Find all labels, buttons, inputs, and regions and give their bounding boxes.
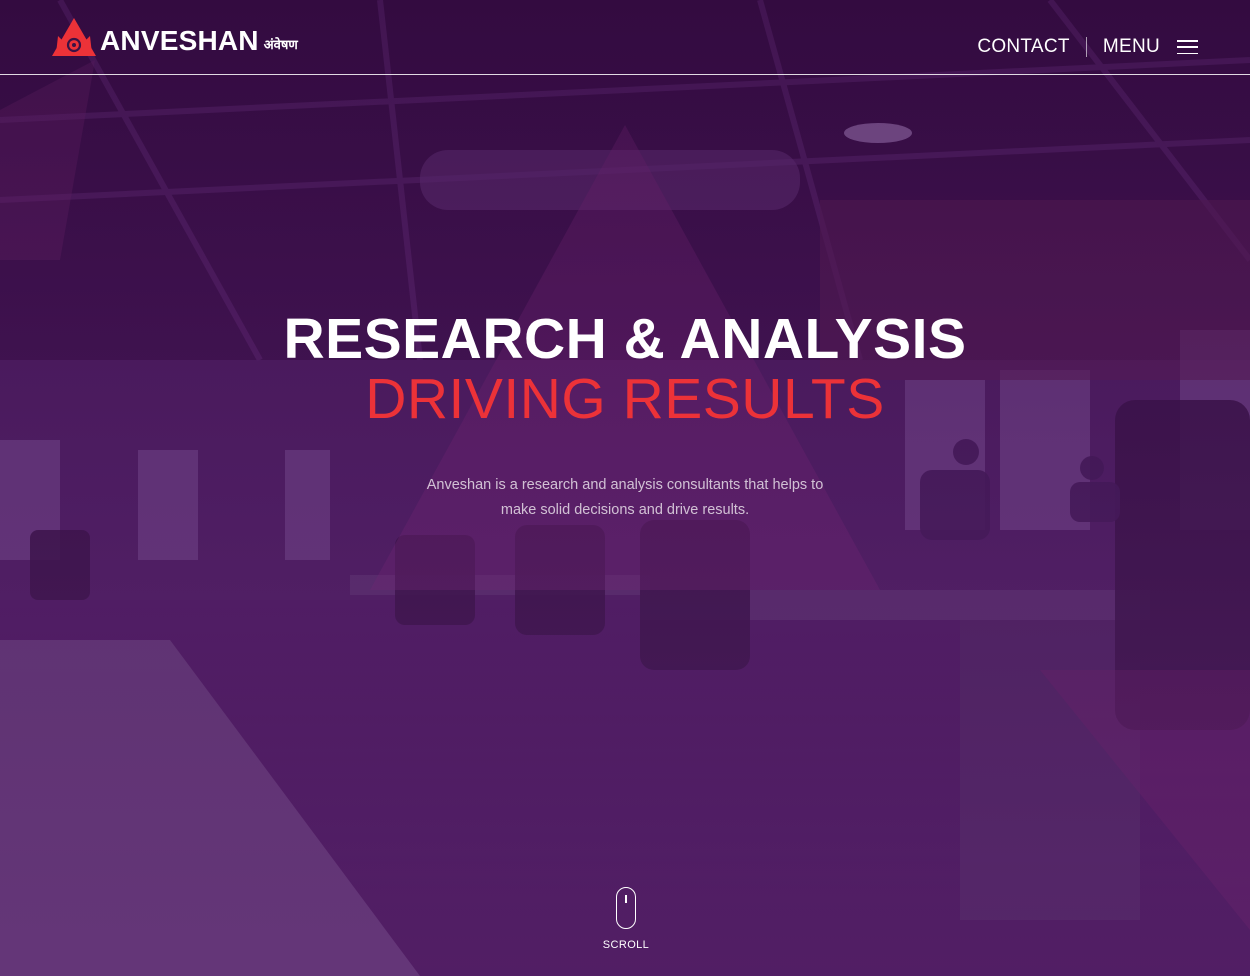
main-nav: CONTACT MENU bbox=[977, 36, 1198, 58]
contact-link[interactable]: CONTACT bbox=[977, 36, 1070, 58]
triangle-logo-icon bbox=[52, 18, 96, 56]
brand-logo[interactable]: ANVESHAN अंवेषण bbox=[52, 16, 298, 56]
mouse-scroll-icon bbox=[616, 887, 636, 929]
hero-headline: RESEARCH & ANALYSIS DRIVING RESULTS bbox=[0, 308, 1250, 428]
menu-label: MENU bbox=[1102, 36, 1160, 57]
hamburger-icon bbox=[1177, 40, 1198, 54]
hero-section: ANVESHAN अंवेषण CONTACT MENU RESEARCH & … bbox=[0, 0, 1250, 976]
brand-subtitle: अंवेषण bbox=[263, 37, 298, 52]
scroll-label: SCROLL bbox=[602, 939, 650, 951]
scroll-indicator[interactable]: SCROLL bbox=[596, 887, 656, 951]
hero-tagline: Anveshan is a research and analysis cons… bbox=[426, 476, 824, 518]
site-header: ANVESHAN अंवेषण CONTACT MENU bbox=[0, 0, 1250, 75]
menu-button[interactable]: MENU bbox=[1103, 36, 1198, 58]
headline-primary: RESEARCH & ANALYSIS bbox=[283, 307, 967, 371]
brand-name: ANVESHAN bbox=[100, 25, 259, 56]
nav-divider bbox=[1085, 37, 1087, 57]
headline-secondary: DRIVING RESULTS bbox=[365, 367, 885, 431]
